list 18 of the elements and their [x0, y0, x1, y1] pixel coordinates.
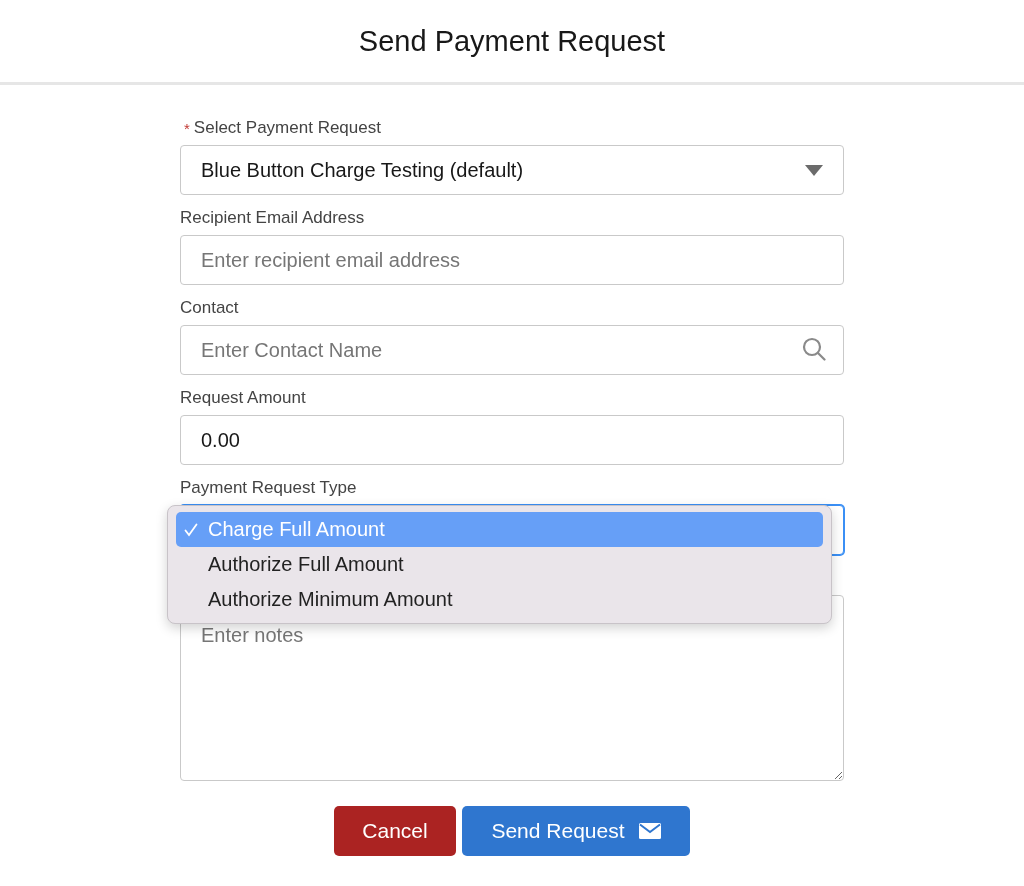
caret-icon — [805, 164, 823, 176]
envelope-icon — [638, 823, 661, 839]
select-field[interactable]: Blue Button Charge Testing (default) — [180, 145, 844, 195]
field-label: Request Amount — [180, 388, 306, 408]
required-asterisk: * — [184, 119, 190, 137]
page-title: Send Payment Request — [358, 24, 666, 58]
field-label: Recipient Email Address — [180, 208, 365, 228]
menu-option[interactable]: Authorize Full Amount — [176, 547, 823, 582]
field-label: Contact — [180, 298, 239, 318]
send-button[interactable]: Send Request — [462, 806, 690, 856]
search-field[interactable]: Enter Contact Name — [180, 325, 844, 375]
check-icon — [182, 522, 200, 537]
field-label: Select Payment Request — [193, 118, 381, 138]
field-label: Payment Request Type — [180, 478, 357, 498]
input-field[interactable]: Enter recipient email address — [180, 235, 844, 285]
cancel-button[interactable]: Cancel — [334, 806, 456, 856]
search-icon — [802, 337, 826, 361]
input-field[interactable]: 0.00 — [180, 415, 844, 465]
